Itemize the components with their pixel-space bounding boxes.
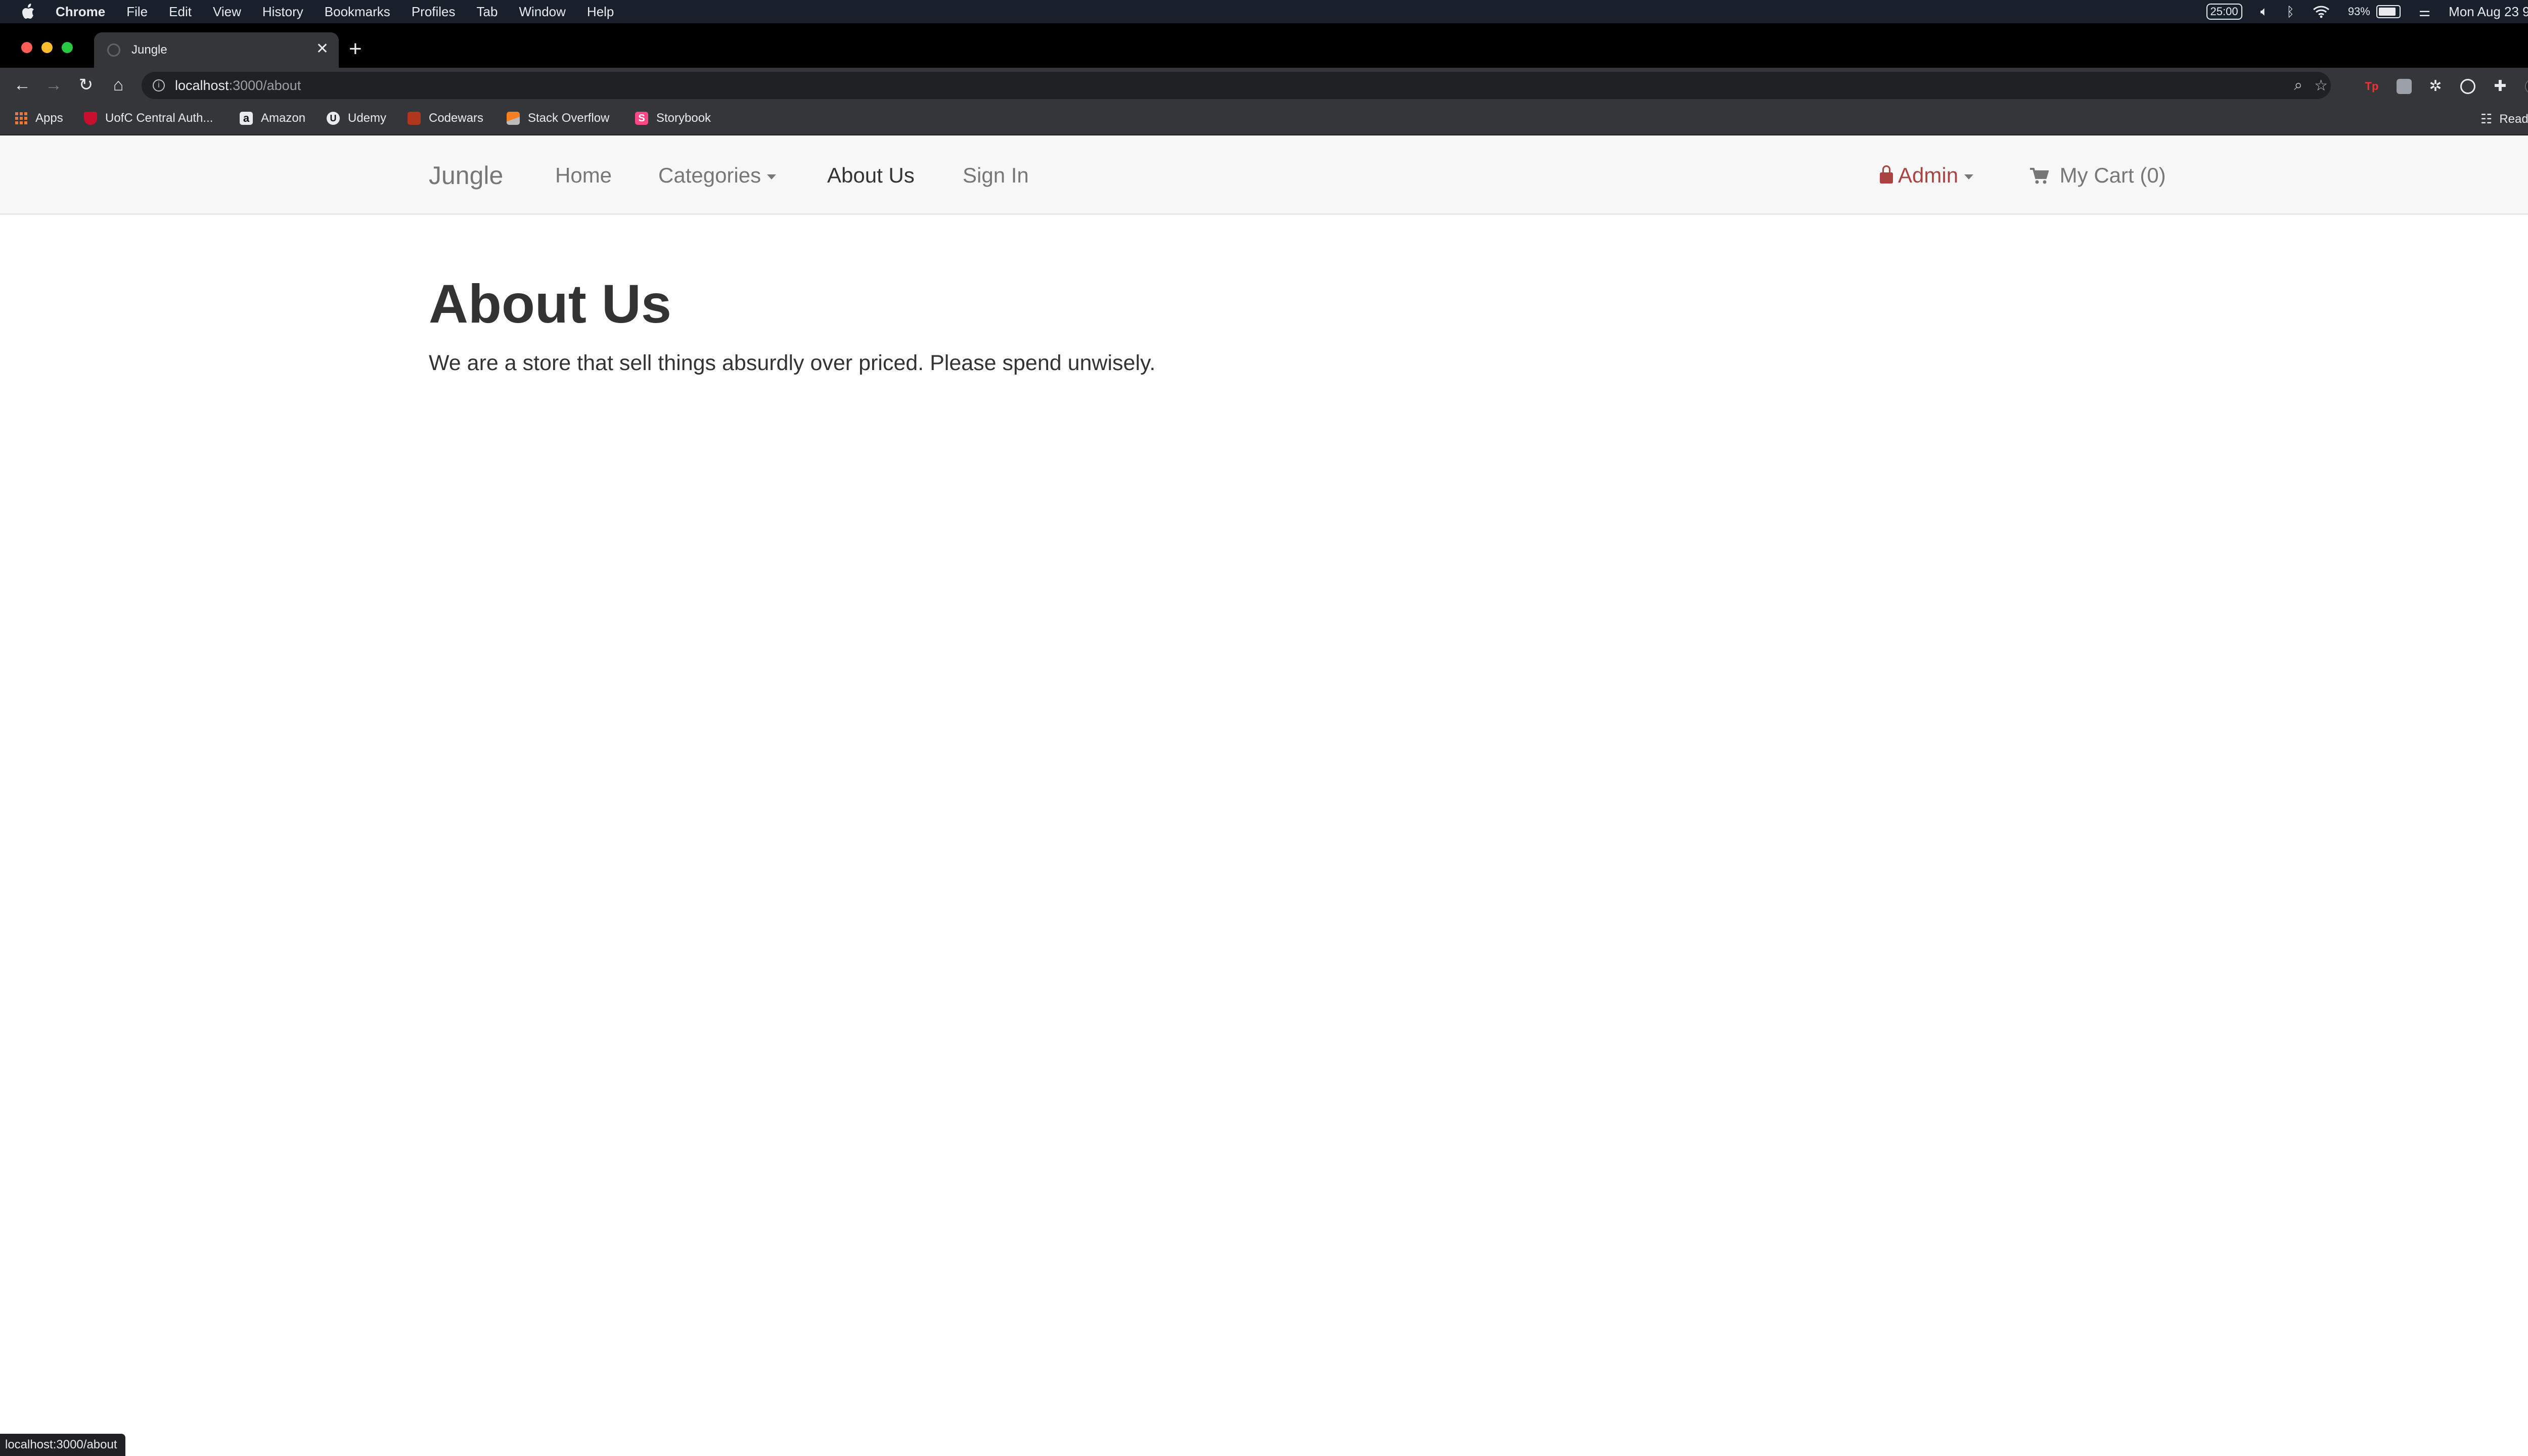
apple-icon[interactable] xyxy=(20,3,35,20)
bookmark-label: Storybook xyxy=(656,111,711,125)
browser-toolbar: ← → ↻ ⌂ i localhost:3000/about ⌕ ☆ Tp ✲ … xyxy=(0,68,2528,104)
nav-admin-dropdown[interactable]: Admin xyxy=(1880,163,1974,188)
bookmark-label: Amazon xyxy=(261,111,306,125)
uofc-crest-icon xyxy=(84,112,97,125)
nav-cart-label: My Cart (0) xyxy=(2059,163,2166,187)
menu-bar-status-area: 25:00 🔈︎ ᛒ 93% ⚌ Mon Aug 23 9:17 PM xyxy=(2188,0,2528,23)
storybook-icon: S xyxy=(635,112,648,125)
menu-history[interactable]: History xyxy=(262,4,303,20)
about-description: We are a store that sell things absurdly… xyxy=(429,351,1156,375)
nav-sign-in-link[interactable]: Sign In xyxy=(963,163,1029,188)
menu-bookmarks[interactable]: Bookmarks xyxy=(325,4,390,20)
nav-home-link[interactable]: Home xyxy=(555,163,612,188)
back-arrow-icon[interactable]: ← xyxy=(12,75,32,95)
tab-favicon-icon xyxy=(107,43,120,57)
extensions-puzzle-icon[interactable]: ✚ xyxy=(2493,79,2508,94)
menu-help[interactable]: Help xyxy=(587,4,614,20)
profile-avatar[interactable] xyxy=(2525,79,2528,94)
forward-arrow-icon[interactable]: → xyxy=(43,75,64,95)
bookmark-apps[interactable]: Apps xyxy=(15,111,63,125)
home-icon[interactable]: ⌂ xyxy=(108,75,128,95)
bookmark-label: Codewars xyxy=(429,111,484,125)
tab-close-icon[interactable]: ✕ xyxy=(316,41,329,57)
address-path: :3000/about xyxy=(229,77,301,93)
menu-tab[interactable]: Tab xyxy=(477,4,498,20)
tab-title: Jungle xyxy=(131,43,167,57)
reload-icon[interactable]: ↻ xyxy=(76,75,96,95)
reading-list-label: Reading List xyxy=(2499,112,2528,126)
menu-bar-clock[interactable]: Mon Aug 23 9:17 PM xyxy=(2449,4,2528,20)
zoom-icon[interactable]: ⌕ xyxy=(2294,77,2303,94)
reading-list-icon: ☷ xyxy=(2480,111,2493,126)
bookmark-uofc[interactable]: UofC Central Auth... xyxy=(84,111,213,125)
menu-profiles[interactable]: Profiles xyxy=(412,4,456,20)
battery-percent: 93% xyxy=(2348,5,2370,18)
menu-file[interactable]: File xyxy=(126,4,148,20)
lock-icon xyxy=(1880,165,1893,184)
browser-tab-active[interactable]: Jungle ✕ xyxy=(94,32,339,68)
site-brand-link[interactable]: Jungle xyxy=(429,161,503,190)
menu-view[interactable]: View xyxy=(213,4,241,20)
address-host: localhost xyxy=(175,77,229,93)
volume-icon[interactable]: 🔈︎ xyxy=(2261,4,2269,20)
window-zoom-button[interactable] xyxy=(62,42,73,53)
nav-categories-label: Categories xyxy=(658,163,761,187)
bookmark-label: UofC Central Auth... xyxy=(105,111,213,125)
bookmark-storybook[interactable]: S Storybook xyxy=(635,111,711,125)
nav-about-link[interactable]: About Us xyxy=(827,163,915,188)
bookmark-label: Stack Overflow xyxy=(528,111,610,125)
bookmark-codewars[interactable]: Codewars xyxy=(408,111,483,125)
pomodoro-timer[interactable]: 25:00 xyxy=(2206,4,2242,20)
extension-gray-icon[interactable] xyxy=(2397,79,2412,94)
nav-categories-dropdown[interactable]: Categories xyxy=(658,163,777,188)
bluetooth-icon[interactable]: ᛒ xyxy=(2286,4,2294,20)
bookmark-amazon[interactable]: a Amazon xyxy=(240,111,305,125)
amazon-icon: a xyxy=(240,112,253,125)
extension-red-icon[interactable]: Tp xyxy=(2364,79,2379,94)
control-center-icon[interactable]: ⚌ xyxy=(2419,4,2430,20)
menu-edit[interactable]: Edit xyxy=(169,4,192,20)
bookmark-udemy[interactable]: U Udemy xyxy=(327,111,386,125)
wifi-icon[interactable] xyxy=(2313,5,2330,18)
battery-level-fill xyxy=(2378,8,2396,16)
extension-gear-icon[interactable]: ✲ xyxy=(2428,79,2443,94)
codewars-icon xyxy=(408,112,421,125)
stackoverflow-icon xyxy=(507,112,520,125)
extension-circle-icon[interactable] xyxy=(2460,79,2475,94)
new-tab-button[interactable]: + xyxy=(349,36,362,62)
window-minimize-button[interactable] xyxy=(41,42,53,53)
bookmark-star-icon[interactable]: ☆ xyxy=(2314,77,2328,95)
menu-window[interactable]: Window xyxy=(519,4,565,20)
battery-icon[interactable] xyxy=(2376,5,2401,18)
reading-list-button[interactable]: ☷ Reading List xyxy=(2480,111,2528,127)
web-page: Jungle Home Categories About Us Sign In … xyxy=(0,135,2528,1456)
site-navbar: Jungle Home Categories About Us Sign In … xyxy=(0,136,2528,215)
udemy-icon: U xyxy=(327,112,340,125)
nav-admin-label: Admin xyxy=(1898,163,1959,187)
bookmark-stackoverflow[interactable]: Stack Overflow xyxy=(507,111,609,125)
shopping-cart-icon xyxy=(2030,168,2049,184)
nav-cart-link[interactable]: My Cart (0) xyxy=(2029,163,2166,188)
page-title: About Us xyxy=(429,273,671,334)
bookmarks-bar: Apps UofC Central Auth... a Amazon U Ude… xyxy=(0,104,2528,135)
dropdown-caret-icon xyxy=(1964,174,1974,179)
apps-grid-icon xyxy=(15,112,27,124)
bookmark-label: Udemy xyxy=(348,111,387,125)
macos-menu-bar: Chrome File Edit View History Bookmarks … xyxy=(0,0,2528,23)
window-close-button[interactable] xyxy=(21,42,32,53)
dropdown-caret-icon xyxy=(767,174,777,179)
address-bar[interactable]: i localhost:3000/about ⌕ ☆ xyxy=(142,72,2331,99)
browser-tab-strip: Jungle ✕ + xyxy=(0,23,2528,68)
bookmark-label: Apps xyxy=(35,111,63,125)
menu-app-name[interactable]: Chrome xyxy=(56,4,105,20)
site-info-icon[interactable]: i xyxy=(153,79,165,92)
link-status-bubble: localhost:3000/about xyxy=(0,1434,125,1456)
